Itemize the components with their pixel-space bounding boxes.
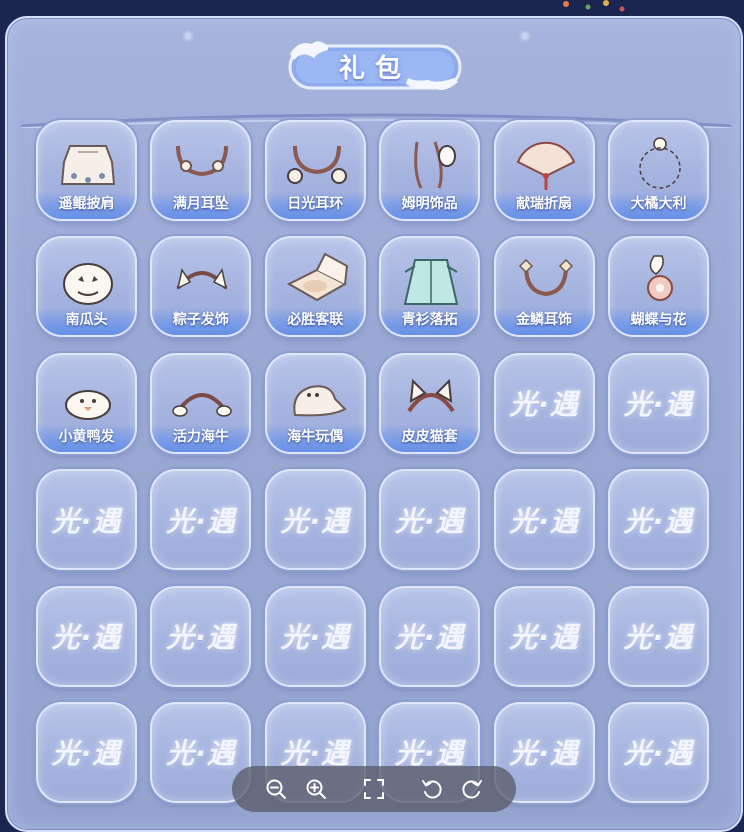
empty-slot[interactable]: 光·遇 bbox=[607, 701, 709, 803]
empty-slot[interactable]: 光·遇 bbox=[493, 352, 595, 454]
sky-logo-watermark: 光·遇 bbox=[51, 737, 122, 771]
empty-slot[interactable]: 光·遇 bbox=[36, 701, 137, 803]
item-label: 皮皮猫套 bbox=[401, 428, 458, 445]
gift-item-slot[interactable]: 活力海牛 bbox=[150, 352, 252, 454]
cape-icon bbox=[60, 145, 116, 185]
sun-earring-icon bbox=[286, 145, 347, 184]
sky-logo-watermark: 光·遇 bbox=[623, 388, 694, 422]
empty-slot[interactable]: 光·遇 bbox=[607, 352, 709, 454]
sky-logo-watermark: 光·遇 bbox=[509, 504, 579, 538]
sky-logo-watermark: 光·遇 bbox=[280, 621, 351, 655]
title-plate: 礼包 bbox=[288, 40, 462, 92]
header-dot-left bbox=[185, 33, 191, 39]
empty-slot[interactable]: 光·遇 bbox=[607, 469, 709, 571]
fullscreen-button[interactable] bbox=[362, 777, 386, 801]
empty-slot[interactable]: 光·遇 bbox=[36, 585, 137, 687]
butterfly-flower-icon bbox=[646, 255, 673, 302]
gift-item-slot[interactable]: 大橘大利 bbox=[607, 120, 709, 221]
empty-slot[interactable]: 光·遇 bbox=[150, 585, 252, 687]
item-grid: 遥鲲披肩 满月耳坠 日光耳环 姆明饰品 献瑞折扇 大橘大利南瓜头 粽子发饰 必胜客联 青衫落拓 金… bbox=[36, 120, 709, 803]
orange-charm-icon bbox=[639, 137, 681, 189]
sky-logo-watermark: 光·遇 bbox=[509, 621, 579, 655]
gift-item-slot[interactable]: 蝴蝶与花 bbox=[607, 236, 709, 338]
item-label: 小黄鸭发 bbox=[58, 428, 115, 445]
item-label: 粽子发饰 bbox=[172, 312, 229, 329]
zongzi-hairpiece-icon bbox=[176, 268, 228, 290]
rotate-left-icon bbox=[422, 780, 442, 799]
manatee-plush-icon bbox=[293, 385, 347, 417]
header-dot-right bbox=[522, 33, 528, 39]
sky-logo-watermark: 光·遇 bbox=[280, 504, 351, 538]
gift-item-slot[interactable]: 日光耳环 bbox=[264, 120, 366, 221]
gift-item-slot[interactable]: 满月耳坠 bbox=[150, 120, 252, 221]
duck-hair-icon bbox=[65, 389, 111, 420]
sky-logo-watermark: 光·遇 bbox=[394, 504, 465, 538]
zoom-in-icon bbox=[306, 779, 326, 799]
item-label: 大橘大利 bbox=[630, 196, 687, 212]
manatee-headband-icon bbox=[172, 392, 233, 417]
gift-item-slot[interactable]: 海牛玩偶 bbox=[264, 352, 366, 454]
rotate-right-button[interactable] bbox=[460, 777, 484, 801]
sky-logo-watermark: 光·遇 bbox=[51, 504, 122, 538]
item-label: 蝴蝶与花 bbox=[630, 312, 687, 329]
sky-logo-watermark: 光·遇 bbox=[623, 737, 694, 771]
item-label: 必胜客联 bbox=[287, 312, 344, 329]
sky-logo-watermark: 光·遇 bbox=[166, 504, 236, 538]
sky-logo-watermark: 光·遇 bbox=[51, 621, 122, 655]
rotate-left-button[interactable] bbox=[420, 777, 444, 801]
page-title: 礼包 bbox=[338, 53, 411, 84]
green-robe-icon bbox=[403, 259, 459, 306]
sky-logo-watermark: 光·遇 bbox=[623, 504, 694, 538]
rotate-right-icon bbox=[462, 780, 482, 799]
item-label: 海牛玩偶 bbox=[287, 428, 344, 445]
item-label: 日光耳环 bbox=[287, 196, 344, 212]
empty-slot[interactable]: 光·遇 bbox=[493, 585, 595, 687]
gift-item-slot[interactable]: 小黄鸭发 bbox=[36, 352, 137, 454]
zoom-out-button[interactable] bbox=[264, 777, 288, 801]
zoom-out-icon bbox=[266, 779, 286, 799]
gift-item-slot[interactable]: 遥鲲披肩 bbox=[36, 120, 137, 221]
empty-slot[interactable]: 光·遇 bbox=[607, 585, 709, 687]
fullscreen-icon bbox=[364, 779, 384, 799]
folding-fan-icon bbox=[516, 141, 575, 190]
image-viewer-toolbar bbox=[232, 766, 516, 812]
pizza-box-icon bbox=[286, 253, 348, 302]
gold-scale-earring-icon bbox=[518, 259, 573, 297]
item-label: 活力海牛 bbox=[172, 428, 229, 445]
gift-item-slot[interactable]: 南瓜头 bbox=[36, 236, 137, 338]
gift-item-slot[interactable]: 皮皮猫套 bbox=[379, 352, 481, 454]
empty-slot[interactable]: 光·遇 bbox=[493, 469, 595, 571]
item-label: 姆明饰品 bbox=[401, 196, 458, 212]
item-label: 金鳞耳饰 bbox=[516, 312, 573, 329]
moomin-accessory-icon bbox=[414, 141, 457, 189]
sky-logo-watermark: 光·遇 bbox=[394, 621, 465, 655]
gift-item-slot[interactable]: 金鳞耳饰 bbox=[493, 236, 595, 338]
gift-item-slot[interactable]: 必胜客联 bbox=[264, 236, 366, 338]
empty-slot[interactable]: 光·遇 bbox=[150, 469, 252, 571]
sky-logo-watermark: 光·遇 bbox=[166, 621, 236, 655]
top-decoration bbox=[563, 0, 625, 12]
item-label: 满月耳坠 bbox=[172, 196, 229, 212]
gift-item-slot[interactable]: 姆明饰品 bbox=[379, 120, 481, 221]
moon-earring-icon bbox=[176, 145, 229, 177]
gift-item-slot[interactable]: 青衫落拓 bbox=[379, 236, 481, 338]
item-label: 青衫落拓 bbox=[401, 312, 458, 329]
empty-slot[interactable]: 光·遇 bbox=[264, 585, 366, 687]
sky-logo-watermark: 光·遇 bbox=[623, 621, 694, 655]
cat-ears-icon bbox=[407, 378, 455, 412]
sky-logo-watermark: 光·遇 bbox=[509, 388, 579, 422]
empty-slot[interactable]: 光·遇 bbox=[379, 469, 481, 571]
empty-slot[interactable]: 光·遇 bbox=[36, 469, 137, 571]
empty-slot[interactable]: 光·遇 bbox=[264, 469, 366, 571]
pumpkin-head-icon bbox=[63, 263, 113, 306]
item-label: 南瓜头 bbox=[65, 312, 108, 329]
item-label: 遥鲲披肩 bbox=[58, 196, 115, 212]
empty-slot[interactable]: 光·遇 bbox=[379, 585, 481, 687]
gift-item-slot[interactable]: 粽子发饰 bbox=[150, 236, 252, 338]
gift-item-slot[interactable]: 献瑞折扇 bbox=[493, 120, 595, 221]
zoom-in-button[interactable] bbox=[304, 777, 328, 801]
item-label: 献瑞折扇 bbox=[516, 196, 573, 212]
